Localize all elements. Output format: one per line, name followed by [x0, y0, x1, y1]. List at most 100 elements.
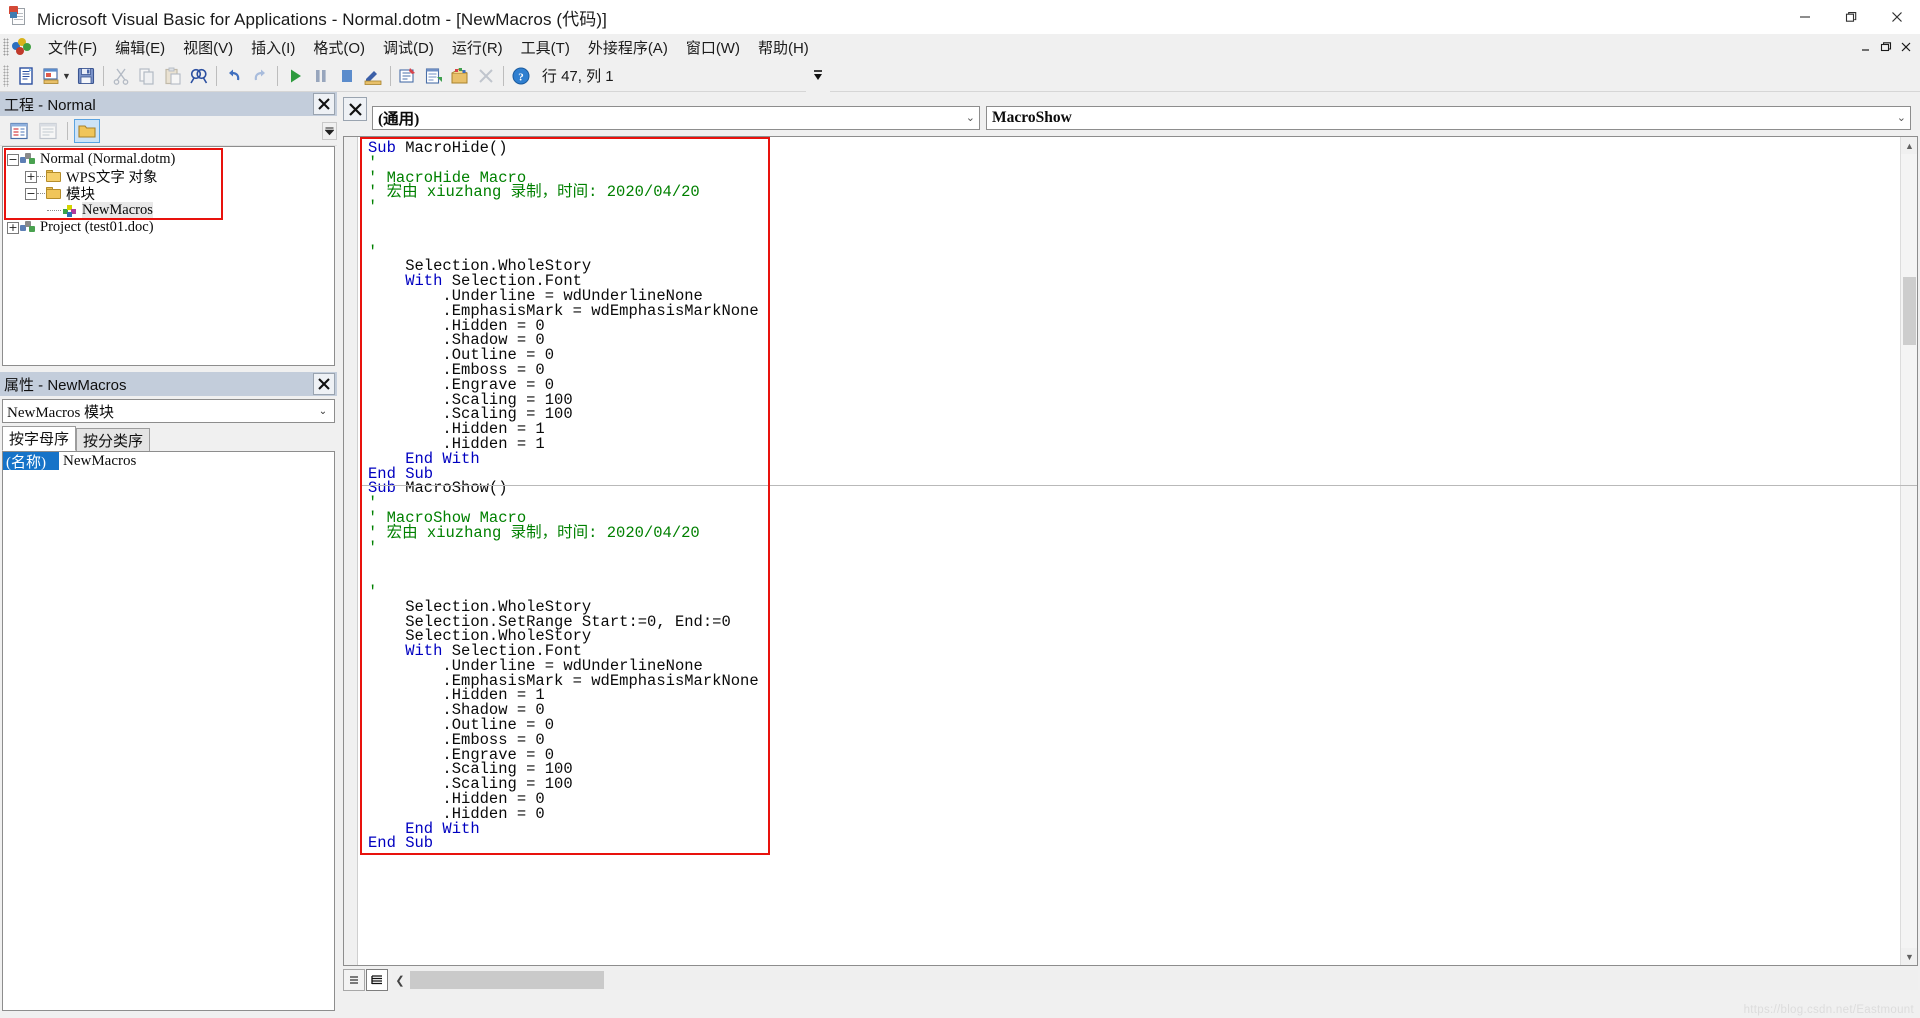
expander-plus-icon[interactable]: +: [25, 170, 37, 183]
insert-userform-icon[interactable]: [39, 63, 65, 89]
menu-edit[interactable]: 编辑(E): [106, 34, 174, 61]
code-line: End With: [368, 449, 480, 468]
menu-grip[interactable]: [3, 38, 9, 56]
project-tree[interactable]: − Normal (Normal.dotm) + WPS文字 对象 − 模块 N…: [2, 146, 335, 366]
module-icon: [62, 204, 79, 218]
chevron-down-icon[interactable]: ⌄: [966, 111, 975, 124]
chevron-down-icon[interactable]: ⌄: [1897, 111, 1906, 124]
properties-grid[interactable]: (名称) NewMacros: [2, 451, 335, 1011]
menu-window[interactable]: 窗口(W): [677, 34, 749, 61]
design-mode-icon[interactable]: [360, 63, 386, 89]
toolbox-icon: [473, 63, 499, 89]
mdi-close-button[interactable]: [1896, 37, 1916, 57]
menu-help[interactable]: 帮助(H): [749, 34, 818, 61]
tree-item-label: 模块: [66, 187, 95, 203]
scroll-left-button[interactable]: ❮: [392, 970, 408, 990]
pause-icon[interactable]: [308, 63, 334, 89]
properties-close-button[interactable]: [313, 373, 335, 395]
properties-panel: 属性 - NewMacros NewMacros 模块 ⌄ 按字母序 按分类序 …: [0, 372, 337, 1018]
code-vertical-scrollbar[interactable]: ▲ ▼: [1900, 137, 1917, 965]
mdi-minimize-button[interactable]: [1856, 37, 1876, 57]
full-module-view-button[interactable]: [366, 969, 388, 991]
undo-icon[interactable]: [221, 63, 247, 89]
object-dropdown[interactable]: (通用) ⌄: [372, 106, 980, 130]
code-horizontal-scrollbar[interactable]: ❮: [392, 970, 1918, 990]
tree-item-normal[interactable]: − Normal (Normal.dotm): [7, 151, 334, 168]
view-object-button: [35, 119, 61, 143]
code-line: Sub MacroHide(): [368, 139, 508, 157]
menu-tools[interactable]: 工具(T): [512, 34, 579, 61]
code-margin-indicator-bar: [344, 137, 358, 965]
code-line: ': [368, 538, 378, 557]
toggle-folders-button[interactable]: [74, 118, 100, 143]
find-icon[interactable]: [186, 63, 212, 89]
code-line: .Hidden = 1: [368, 434, 545, 453]
code-text[interactable]: Sub MacroHide() ' ' MacroHide Macro ' 宏由 xi…: [368, 139, 1668, 853]
run-icon[interactable]: [282, 63, 308, 89]
code-line: .EmphasisMark = wdEmphasisMarkNone: [368, 671, 759, 690]
properties-object-selector[interactable]: NewMacros 模块 ⌄: [2, 399, 335, 423]
tree-item-modules[interactable]: − 模块: [7, 185, 334, 203]
properties-object-value: NewMacros 模块: [7, 404, 115, 421]
save-icon[interactable]: [73, 63, 99, 89]
property-row[interactable]: (名称) NewMacros: [3, 452, 334, 471]
menu-addins[interactable]: 外接程序(A): [579, 34, 677, 61]
procedure-dropdown[interactable]: MacroShow ⌄: [986, 106, 1911, 130]
minimize-button[interactable]: [1782, 0, 1828, 34]
code-window-close-button[interactable]: [343, 97, 367, 121]
menu-format[interactable]: 格式(O): [304, 34, 374, 61]
menu-file[interactable]: 文件(F): [39, 34, 106, 61]
code-line: ': [368, 153, 378, 172]
project-explorer-toolbar: [0, 116, 337, 146]
menu-run[interactable]: 运行(R): [443, 34, 512, 61]
mdi-restore-button[interactable]: [1876, 37, 1896, 57]
project-explorer-close-button[interactable]: [313, 93, 335, 115]
object-browser-icon[interactable]: [447, 63, 473, 89]
tab-categorized[interactable]: 按分类序: [76, 428, 151, 451]
code-line: End With: [368, 819, 480, 838]
code-line: Sub MacroShow(): [368, 479, 508, 498]
stop-icon[interactable]: [334, 63, 360, 89]
scrollbar-thumb[interactable]: [1903, 277, 1916, 345]
properties-window-icon[interactable]: [421, 63, 447, 89]
tree-item-wps-objects[interactable]: + WPS文字 对象: [7, 168, 334, 186]
code-line: ': [368, 494, 378, 513]
object-dropdown-value: (通用): [378, 111, 420, 128]
project-explorer-scroll-down[interactable]: [322, 122, 337, 140]
code-line: .Hidden = 1: [368, 420, 545, 439]
menu-bar: 文件(F) 编辑(E) 视图(V) 插入(I) 格式(O) 调试(D) 运行(R…: [0, 34, 1920, 60]
scrollbar-thumb[interactable]: [410, 971, 604, 989]
toolbar-overflow-button[interactable]: [806, 60, 830, 92]
left-docked-panels: 工程 - Normal − Normal (Normal.dotm) + WPS…: [0, 92, 337, 1018]
code-window-header: (通用) ⌄ MacroShow ⌄: [341, 97, 1920, 132]
view-code-icon[interactable]: [13, 63, 39, 89]
scroll-up-button[interactable]: ▲: [1901, 137, 1917, 154]
close-button[interactable]: [1874, 0, 1920, 34]
tree-item-newmacros[interactable]: NewMacros: [7, 202, 334, 219]
project-explorer-title-bar: 工程 - Normal: [0, 92, 337, 116]
scroll-down-button[interactable]: ▼: [1901, 948, 1917, 965]
tree-item-project-test01[interactable]: + Project (test01.doc): [7, 219, 334, 236]
menu-insert[interactable]: 插入(I): [242, 34, 304, 61]
restore-button[interactable]: [1828, 0, 1874, 34]
code-line: ' 宏由 xiuzhang 录制，时间: 2020/04/20: [368, 523, 700, 542]
chevron-down-icon[interactable]: ⌄: [315, 404, 331, 419]
property-value[interactable]: NewMacros: [59, 452, 334, 470]
code-line: .Emboss = 0: [368, 360, 545, 379]
procedure-view-button[interactable]: [343, 969, 365, 991]
code-editor[interactable]: Sub MacroHide() ' ' MacroHide Macro ' 宏由 xi…: [343, 136, 1918, 966]
expander-plus-icon[interactable]: +: [7, 221, 19, 234]
title-bar: Microsoft Visual Basic for Applications …: [0, 0, 1920, 34]
window-controls: [1782, 0, 1920, 34]
expander-minus-icon[interactable]: −: [25, 187, 37, 200]
menu-debug[interactable]: 调试(D): [374, 34, 443, 61]
toolbar-grip[interactable]: [3, 64, 9, 87]
window-title: Microsoft Visual Basic for Applications …: [37, 9, 607, 29]
menu-view[interactable]: 视图(V): [174, 34, 242, 61]
view-code-button[interactable]: [6, 119, 32, 143]
project-explorer-icon[interactable]: [395, 63, 421, 89]
tab-alphabetic[interactable]: 按字母序: [2, 426, 77, 451]
code-line: End Sub: [368, 834, 434, 853]
expander-minus-icon[interactable]: −: [7, 153, 19, 166]
help-icon[interactable]: ?: [508, 63, 534, 89]
